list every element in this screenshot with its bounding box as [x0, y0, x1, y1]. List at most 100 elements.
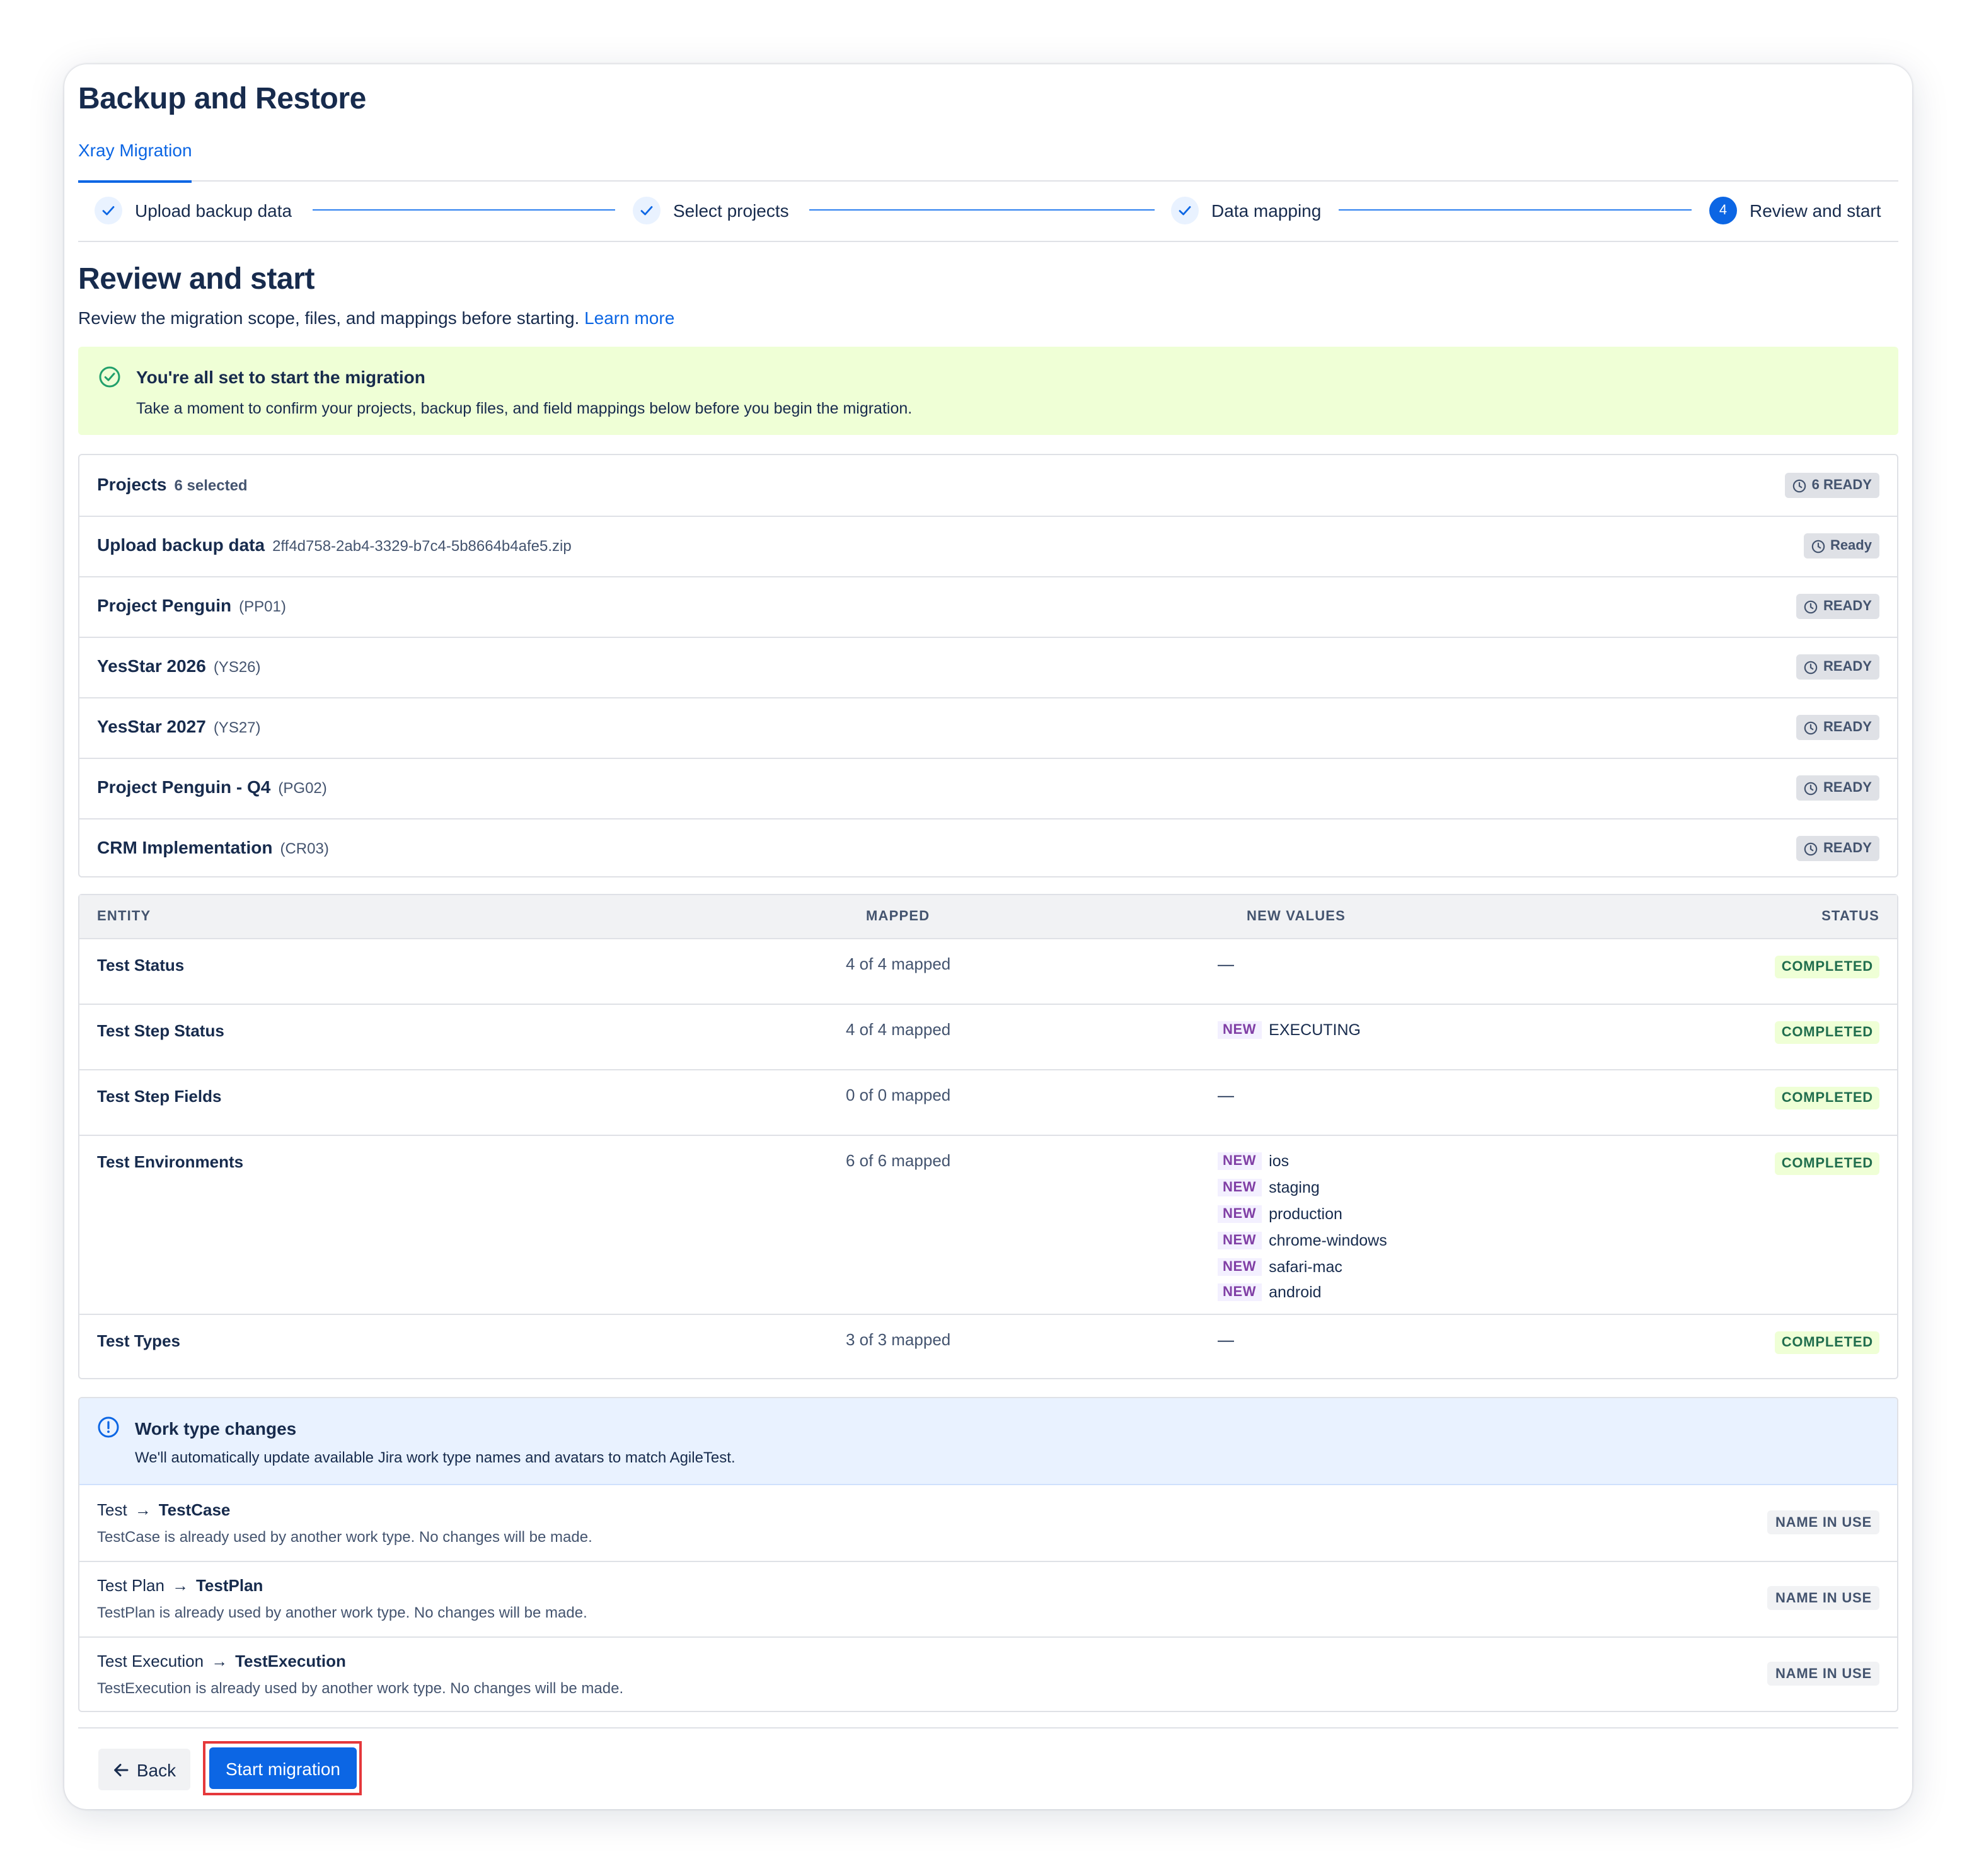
new-value-item: NEW safari-mac — [1218, 1253, 1387, 1280]
backup-file-name: 2ff4d758-2ab4-3329-b7c4-5b8664b4afe5.zip — [272, 537, 572, 555]
step-connector — [809, 209, 1155, 211]
work-type-panel: Work type changes We'll automatically up… — [78, 1397, 1898, 1712]
check-icon — [95, 197, 122, 224]
work-type-note: TestPlan is already used by another work… — [97, 1604, 587, 1621]
back-button[interactable]: Back — [98, 1749, 190, 1790]
from-type: Test — [97, 1500, 127, 1519]
column-header-entity: ENTITY — [97, 909, 151, 924]
table-header: ENTITY MAPPED NEW VALUES STATUS — [79, 895, 1897, 939]
status-badge: 6 READY — [1785, 473, 1879, 498]
arrow-left-icon — [114, 1763, 129, 1776]
status-badge: Ready — [1803, 533, 1879, 559]
arrow-right-icon: → — [171, 1576, 188, 1595]
step-connector — [313, 209, 615, 211]
step-review-and-start[interactable]: 4 Review and start — [1709, 195, 1881, 226]
backup-row: Upload backup data 2ff4d758-2ab4-3329-b7c… — [79, 516, 1897, 577]
step-label: Data mapping — [1211, 200, 1322, 221]
new-tag: NEW — [1218, 1205, 1262, 1223]
mapping-table: ENTITY MAPPED NEW VALUES STATUS Test Sta… — [78, 894, 1898, 1379]
new-value: chrome-windows — [1269, 1231, 1387, 1249]
status-badge: NAME IN USE — [1767, 1662, 1879, 1686]
work-type-change: Test → TestCase — [97, 1500, 230, 1519]
project-row: YesStar 2027 (YS27) READY — [79, 697, 1897, 759]
to-type: TestExecution — [235, 1652, 346, 1670]
status-badge: READY — [1796, 594, 1879, 619]
step-label: Review and start — [1750, 200, 1881, 221]
arrow-right-icon: → — [211, 1652, 228, 1670]
start-migration-button[interactable]: Start migration — [209, 1747, 357, 1789]
new-tag: NEW — [1218, 1152, 1262, 1171]
clock-icon — [1804, 721, 1818, 734]
projects-title: Projects 6 selected — [97, 474, 248, 494]
new-value: safari-mac — [1269, 1258, 1342, 1276]
status-badge: COMPLETED — [1775, 1087, 1879, 1109]
success-banner: You're all set to start the migration Ta… — [78, 347, 1898, 435]
new-value: staging — [1269, 1179, 1320, 1197]
selected-count: 6 selected — [174, 477, 248, 494]
info-description: We'll automatically update available Jir… — [135, 1449, 736, 1466]
table-row: Test Environments 6 of 6 mapped NEW ios … — [79, 1136, 1897, 1315]
section-heading: Review and start — [78, 262, 315, 296]
project-row: YesStar 2026 (YS26) READY — [79, 637, 1897, 698]
table-row: Test Step Status 4 of 4 mapped NEW EXECU… — [79, 1005, 1897, 1070]
subtitle-text: Review the migration scope, files, and m… — [78, 308, 580, 328]
new-value-item: NEW staging — [1218, 1175, 1387, 1201]
entity-name: Test Step Fields — [97, 1087, 222, 1106]
from-type: Test Plan — [97, 1576, 164, 1595]
new-value-item: NEW chrome-windows — [1218, 1227, 1387, 1254]
projects-panel: Projects 6 selected 6 READY Upload backup… — [78, 454, 1898, 877]
new-tag: NEW — [1218, 1283, 1262, 1302]
new-values-list: NEW ios NEW staging NEW production NEW c… — [1218, 1149, 1387, 1306]
status-text: READY — [1823, 841, 1872, 856]
mapped-count: 0 of 0 mapped — [846, 1086, 951, 1104]
new-value-item: NEW ios — [1218, 1149, 1387, 1175]
mapped-count: 4 of 4 mapped — [846, 1020, 951, 1039]
step-number: 4 — [1709, 197, 1737, 224]
to-type: TestCase — [158, 1500, 231, 1519]
column-header-status: STATUS — [1821, 909, 1879, 924]
project-name: CRM Implementation (CR03) — [97, 837, 329, 857]
mapped-count: 4 of 4 mapped — [846, 954, 951, 973]
new-value-item: NEW production — [1218, 1201, 1387, 1227]
new-tag: NEW — [1218, 1231, 1262, 1249]
work-type-note: TestCase is already used by another work… — [97, 1528, 592, 1546]
project-name: YesStar 2026 (YS26) — [97, 656, 261, 676]
entity-name: Test Status — [97, 956, 185, 975]
work-type-change: Test Plan → TestPlan — [97, 1576, 263, 1595]
step-data-mapping[interactable]: Data mapping — [1171, 195, 1321, 226]
status-text: READY — [1823, 599, 1872, 614]
clock-icon — [1804, 781, 1818, 795]
empty-value: — — [1218, 1330, 1234, 1349]
clock-icon — [1804, 660, 1818, 674]
project-title: CRM Implementation — [97, 837, 273, 857]
tab-xray-migration[interactable]: Xray Migration — [78, 137, 192, 183]
project-title: YesStar 2026 — [97, 656, 206, 676]
step-select-projects[interactable]: Select projects — [633, 195, 789, 226]
project-name: Project Penguin (PP01) — [97, 595, 286, 615]
new-value: android — [1269, 1283, 1322, 1302]
empty-value: — — [1218, 954, 1234, 973]
status-badge: READY — [1796, 836, 1879, 861]
table-row: Test Status 4 of 4 mapped — COMPLETED — [79, 939, 1897, 1005]
project-title: Project Penguin - Q4 — [97, 777, 271, 797]
info-icon — [97, 1416, 120, 1445]
project-name: YesStar 2027 (YS27) — [97, 716, 261, 736]
step-upload-backup[interactable]: Upload backup data — [95, 195, 292, 226]
new-tag: NEW — [1218, 1258, 1262, 1276]
new-value: production — [1269, 1205, 1342, 1223]
from-type: Test Execution — [97, 1652, 204, 1670]
status-badge: COMPLETED — [1775, 956, 1879, 978]
clock-icon — [1793, 478, 1806, 492]
mapped-count: 3 of 3 mapped — [846, 1330, 951, 1349]
project-key: (CR03) — [280, 840, 329, 857]
projects-label: Projects — [97, 474, 167, 494]
footer-actions: Back Start migration — [78, 1727, 1898, 1795]
new-value-item: NEW EXECUTING — [1218, 1017, 1361, 1044]
empty-value: — — [1218, 1086, 1234, 1104]
new-value: EXECUTING — [1269, 1021, 1361, 1039]
learn-more-link[interactable]: Learn more — [584, 308, 674, 328]
status-text: 6 READY — [1811, 478, 1872, 493]
project-row: CRM Implementation (CR03) READY — [79, 818, 1897, 879]
back-label: Back — [136, 1759, 176, 1780]
success-description: Take a moment to confirm your projects, … — [136, 400, 913, 417]
